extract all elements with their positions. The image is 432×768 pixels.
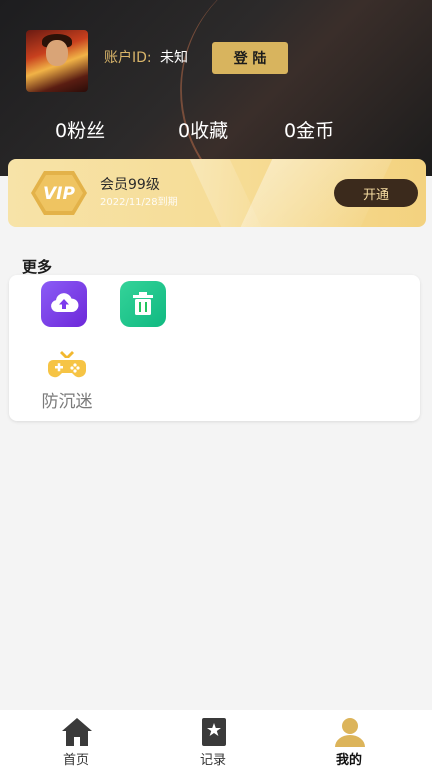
- avatar[interactable]: [26, 30, 88, 92]
- tab-mine[interactable]: 我的: [309, 710, 389, 768]
- user-icon: [335, 718, 365, 747]
- trash-tile[interactable]: [120, 281, 166, 327]
- coins-stat[interactable]: 0金币: [284, 116, 334, 143]
- more-section-title: 更多: [22, 258, 53, 276]
- account-id-label: 账户ID:: [104, 50, 152, 66]
- tab-home[interactable]: 首页: [36, 710, 116, 768]
- bottom-tab-bar: 首页 记录 我的: [0, 710, 432, 768]
- vip-expiry-date: 2022/11/28到期: [100, 197, 178, 208]
- favorites-stat[interactable]: 0收藏: [178, 116, 228, 143]
- anti-addiction-label: 防沉迷: [41, 392, 93, 412]
- trash-icon: [133, 292, 153, 315]
- login-button[interactable]: 登 陆: [212, 42, 288, 74]
- gamepad-icon: [48, 351, 86, 378]
- vip-card: VIP 会员99级 2022/11/28到期 开通: [8, 159, 426, 227]
- vip-level-title: 会员99级: [100, 177, 160, 193]
- home-icon: [62, 718, 92, 746]
- cloud-upload-icon: [51, 293, 79, 312]
- vip-badge-icon: VIP: [31, 171, 87, 215]
- account-id-value: 未知: [160, 50, 188, 66]
- more-panel: 防沉迷: [9, 275, 420, 421]
- svg-text:VIP: VIP: [43, 184, 75, 204]
- vip-open-button[interactable]: 开通: [334, 179, 418, 207]
- tab-records-label: 记录: [199, 753, 226, 768]
- profile-header: 账户ID: 未知 登 陆 0粉丝 0收藏 0金币: [0, 0, 432, 176]
- tab-home-label: 首页: [62, 753, 89, 768]
- anti-addiction-item[interactable]: 防沉迷: [35, 349, 99, 412]
- bookmark-icon: [202, 718, 226, 746]
- header-decoration: [143, 0, 432, 176]
- upload-tile[interactable]: [41, 281, 87, 327]
- tab-mine-label: 我的: [335, 753, 362, 768]
- tab-records[interactable]: 记录: [173, 710, 253, 768]
- followers-stat[interactable]: 0粉丝: [55, 116, 105, 143]
